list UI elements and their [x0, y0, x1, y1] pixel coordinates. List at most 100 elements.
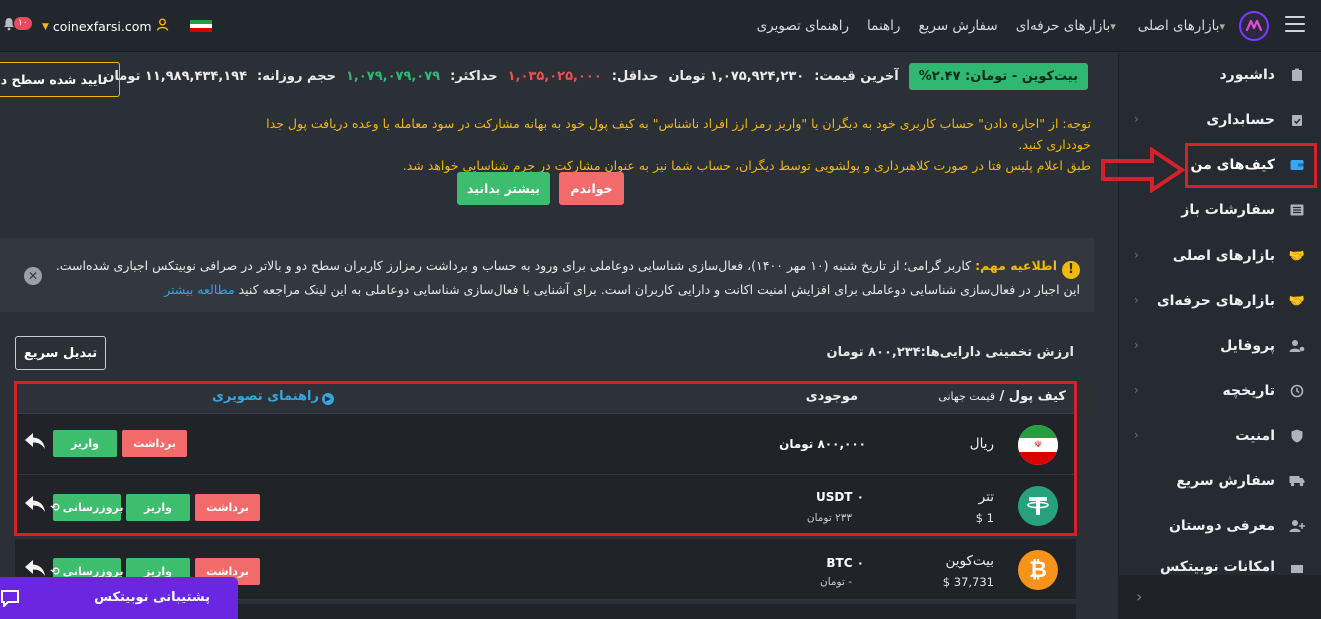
nobitex-logo[interactable]	[1239, 11, 1269, 41]
sidebar: داشبورد حسابداری ‹ کیف‌های من سفارشات با…	[1118, 53, 1321, 619]
fraud-warning: توجه: از "اجاره دادن" حساب کاربری خود به…	[231, 113, 1091, 176]
table-row: تتر $ 1 USDT ۰ ۲۳۳ تومان برداشت واریز بر…	[15, 475, 1076, 536]
volume-label: حجم روزانه:	[257, 69, 336, 84]
warning-line-1: توجه: از "اجاره دادن" حساب کاربری خود به…	[266, 116, 1091, 152]
notice-title: اطلاعیه مهم:	[975, 258, 1057, 273]
table-header: کیف پول / قیمت جهانی موجودی ▶راهنمای تصو…	[15, 381, 1076, 414]
coin-balance: ۸۰۰,۰۰۰ تومان	[779, 437, 866, 451]
nav-pro-markets[interactable]: بازارهای حرفه‌ای	[1016, 18, 1120, 34]
close-icon[interactable]: ✕	[24, 267, 42, 285]
coin-balance: BTC ۰	[826, 556, 864, 570]
quick-convert-button[interactable]: تبدیل سریع	[15, 336, 106, 370]
nav-quick-order[interactable]: سفارش سریع	[918, 18, 997, 34]
nav-visual-guide[interactable]: راهنمای تصویری	[757, 18, 849, 34]
truck-icon	[1289, 473, 1305, 489]
last-price-value: ۱,۰۷۵,۹۲۴,۲۳۰ تومان	[668, 69, 805, 84]
sidebar-item-profile[interactable]: پروفایل ‹	[1118, 324, 1321, 368]
sidebar-item-pro-markets[interactable]: 🤝 بازارهای حرفه‌ای ‹	[1118, 279, 1321, 323]
sidebar-item-open-orders[interactable]: سفارشات باز	[1118, 188, 1321, 232]
coin-balance-toman: ۲۳۳ تومان	[806, 512, 852, 524]
table-row: ☫ ریال ۸۰۰,۰۰۰ تومان برداشت واریز	[15, 414, 1076, 475]
refresh-icon: ⟲	[50, 501, 60, 514]
sidebar-item-security[interactable]: امنیت ‹	[1118, 414, 1321, 458]
chevron-left-icon: ‹	[1134, 338, 1139, 352]
user-gear-icon	[1289, 338, 1305, 354]
min-value: ۱,۰۳۵,۰۲۵,۰۰۰	[507, 69, 602, 84]
coin-balance: USDT ۰	[815, 490, 864, 504]
sidebar-item-features[interactable]: امکانات نوبیتکس	[1118, 549, 1321, 575]
clipboard-check-icon	[1289, 112, 1305, 128]
iran-flag-icon[interactable]	[190, 20, 212, 32]
support-chat-button[interactable]: پشتیبانی نوبیتکس	[0, 577, 238, 619]
chevron-left-icon: ‹	[1134, 428, 1139, 442]
price-ticker: بیت‌کوین - تومان: ۲.۴۷% آخرین قیمت: ۱,۰۷…	[103, 63, 1088, 90]
iran-flag-icon: ☫	[1018, 425, 1058, 465]
hamburger-menu-icon[interactable]	[1285, 16, 1305, 32]
warning-line-2: طبق اعلام پلیس فتا در صورت کلاهبرداری و …	[402, 158, 1091, 173]
col-wallet-header: کیف پول / قیمت جهانی	[938, 389, 1066, 404]
chevron-left-icon: ‹	[1134, 383, 1139, 397]
notification-count-badge: ۱۰	[14, 17, 32, 30]
chevron-left-icon: ‹	[1134, 112, 1139, 126]
reply-arrow-icon[interactable]	[24, 495, 46, 513]
visual-guide-link[interactable]: ▶راهنمای تصویری	[212, 389, 334, 405]
handshake-icon: 🤝	[1288, 248, 1306, 264]
coin-name: تتر	[978, 489, 994, 505]
history-icon	[1289, 383, 1305, 399]
estimated-assets: ارزش تخمینی دارایی‌ها:۸۰۰,۲۳۴ تومان	[826, 345, 1074, 360]
withdraw-button[interactable]: برداشت	[195, 494, 260, 521]
reply-arrow-icon[interactable]	[24, 559, 46, 577]
reply-arrow-icon[interactable]	[24, 432, 46, 450]
volume-value: ۱۱,۹۸۹,۴۳۴,۱۹۴ تومان	[103, 69, 248, 84]
support-label: پشتیبانی نوبیتکس	[94, 590, 210, 605]
warning-icon: !	[1062, 261, 1080, 279]
top-bar: بازارهای اصلی بازارهای حرفه‌ای سفارش سری…	[0, 0, 1321, 52]
coin-global-price: $ 37,731	[942, 575, 994, 589]
shield-icon	[1289, 428, 1305, 444]
coin-name: ریال	[969, 436, 994, 452]
chevron-left-icon: ‹	[1134, 293, 1139, 307]
coin-global-price: $ 1	[975, 511, 994, 525]
nav-main-markets[interactable]: بازارهای اصلی	[1138, 18, 1229, 34]
important-notice: !اطلاعیه مهم: کاربر گرامی؛ از تاریخ شنبه…	[0, 238, 1094, 312]
tether-icon	[1018, 486, 1058, 526]
sidebar-item-dashboard[interactable]: داشبورد	[1118, 53, 1321, 97]
user-plus-icon	[1289, 518, 1305, 534]
play-icon: ▶	[322, 393, 334, 405]
caret-down-icon: ▼	[42, 21, 49, 32]
user-site-label: coinexfarsi.com	[52, 19, 152, 34]
verification-level-button[interactable]: تایید شده سطح دو	[0, 62, 120, 97]
coin-balance-toman: - تومان	[819, 576, 852, 588]
col-balance-header: موجودی	[805, 389, 858, 404]
chevron-left-icon: ‹	[1134, 248, 1139, 262]
list-icon	[1289, 202, 1305, 218]
nav-help[interactable]: راهنما	[867, 18, 900, 34]
user-icon	[156, 18, 169, 35]
bitcoin-icon: ₿	[1018, 550, 1058, 590]
notice-read-more-link[interactable]: مطالعه بیشتر	[164, 282, 234, 297]
market-pill[interactable]: بیت‌کوین - تومان: ۲.۴۷%	[908, 63, 1088, 90]
sidebar-item-quick-order[interactable]: سفارش سریع	[1118, 459, 1321, 503]
highlight-annotation-box	[1185, 143, 1317, 188]
withdraw-button[interactable]: برداشت	[122, 430, 187, 457]
expand-sidebar-icon[interactable]: ›	[1136, 587, 1142, 606]
read-button[interactable]: خواندم	[559, 172, 624, 205]
notifications-button[interactable]: ۱۰	[2, 16, 32, 34]
deposit-button[interactable]: واریز	[53, 430, 117, 457]
annotation-arrow-icon	[1101, 147, 1186, 193]
learn-more-button[interactable]: بیشتر بدانید	[457, 172, 550, 205]
notice-text: !اطلاعیه مهم: کاربر گرامی؛ از تاریخ شنبه…	[40, 255, 1080, 300]
dashboard-icon	[1289, 67, 1305, 83]
max-value: ۱,۰۷۹,۰۷۹,۰۷۹	[345, 69, 441, 84]
max-label: حداکثر:	[450, 69, 498, 84]
sidebar-item-accounting[interactable]: حسابداری ‹	[1118, 98, 1321, 142]
sidebar-item-referral[interactable]: معرفی دوستان	[1118, 504, 1321, 548]
user-menu[interactable]: ▼ coinexfarsi.com	[42, 18, 169, 35]
sidebar-item-main-markets[interactable]: 🤝 بازارهای اصلی ‹	[1118, 234, 1321, 278]
deposit-button[interactable]: واریز	[126, 494, 190, 521]
refresh-button[interactable]: بروزرسانی ⟲	[50, 494, 123, 521]
gift-icon	[1289, 559, 1305, 575]
min-label: حداقل:	[611, 69, 659, 84]
sidebar-item-history[interactable]: تاریخچه ‹	[1118, 369, 1321, 413]
coin-name: بیت‌کوین	[945, 553, 994, 569]
